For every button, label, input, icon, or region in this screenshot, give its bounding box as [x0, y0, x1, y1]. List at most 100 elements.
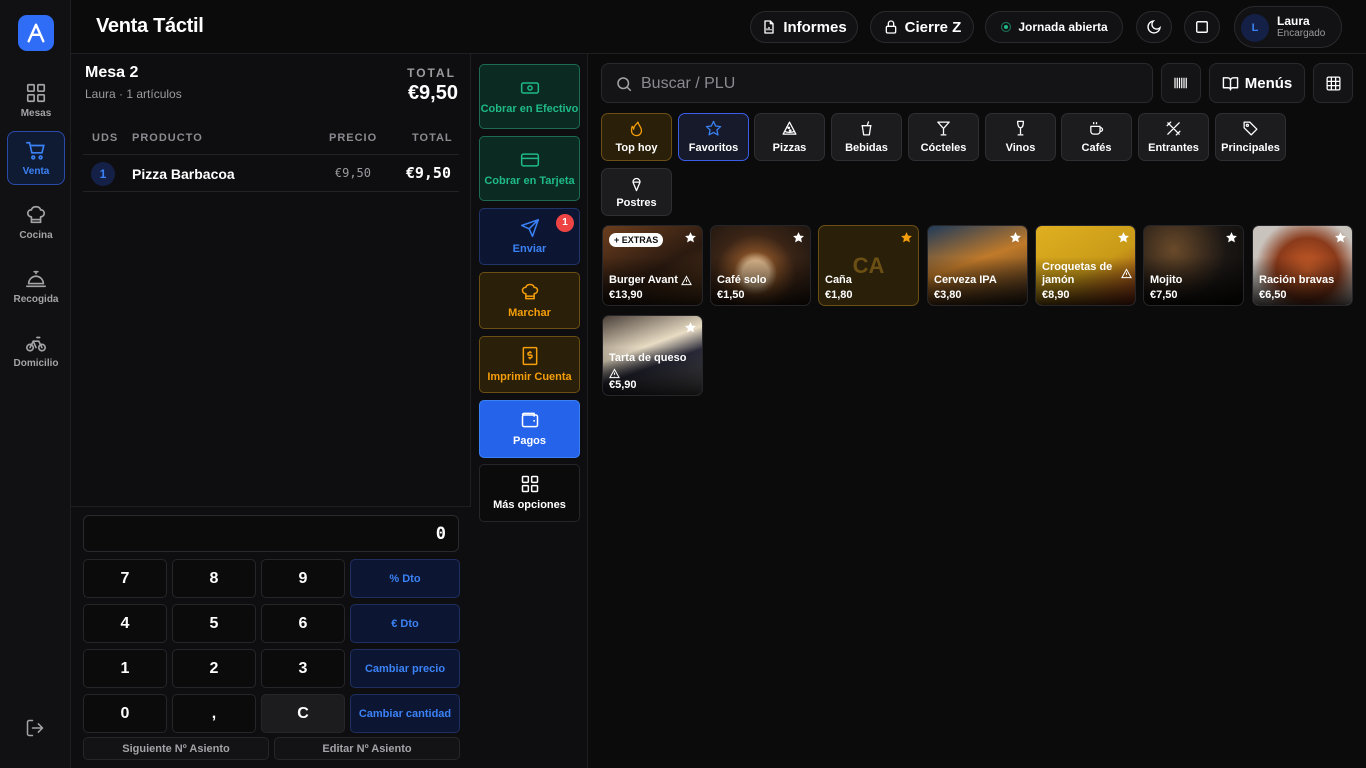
star-icon[interactable] [1225, 231, 1238, 244]
discount-euro-button[interactable]: € Dto [350, 604, 460, 643]
product-card-cafe-solo[interactable]: Café solo €1,50 [710, 225, 811, 306]
product-card-cana[interactable]: CA Caña €1,80 [818, 225, 919, 306]
catalog: Buscar / PLU Menús Top hoy Favoritos Piz… [588, 54, 1366, 768]
pay-cash-label: Cobrar en Efectivo [480, 102, 579, 115]
category-principales[interactable]: Principales [1215, 113, 1286, 161]
category-label: Cócteles [920, 142, 967, 154]
category-entrantes[interactable]: Entrantes [1138, 113, 1209, 161]
table-row[interactable]: 1 Pizza Barbacoa €9,50 €9,50 [83, 154, 459, 192]
category-label: Pizzas [772, 142, 807, 154]
extras-tag: + EXTRAS [609, 233, 664, 247]
key-8[interactable]: 8 [172, 559, 256, 598]
product-card-cerveza-ipa[interactable]: Cerveza IPA €3,80 [927, 225, 1028, 306]
theme-toggle-button[interactable] [1136, 11, 1172, 43]
print-bill-button[interactable]: Imprimir Cuenta [479, 336, 580, 393]
product-name: Cerveza IPA [934, 273, 997, 286]
key-comma[interactable]: , [172, 694, 256, 733]
category-label: Principales [1221, 142, 1280, 154]
discount-percent-button[interactable]: % Dto [350, 559, 460, 598]
fullscreen-button[interactable] [1184, 11, 1220, 43]
change-price-button[interactable]: Cambiar precio [350, 649, 460, 688]
sidebar-item-venta[interactable]: Venta [7, 131, 65, 185]
key-1[interactable]: 1 [83, 649, 167, 688]
star-icon[interactable] [1117, 231, 1130, 244]
payments-label: Pagos [512, 435, 546, 448]
barcode-button[interactable] [1161, 63, 1201, 103]
print-bill-label: Imprimir Cuenta [487, 370, 572, 383]
product-card-tarta-queso[interactable]: Tarta de queso €5,90 [602, 315, 703, 396]
product-card-mojito[interactable]: Mojito €7,50 [1143, 225, 1244, 306]
chef-hat-icon [25, 204, 47, 226]
book-icon [1222, 75, 1239, 92]
layout-grid-button[interactable] [1313, 63, 1353, 103]
payments-button[interactable]: Pagos [479, 400, 580, 458]
category-label: Vinos [1005, 142, 1036, 154]
category-bebidas[interactable]: Bebidas [831, 113, 902, 161]
next-seat-button[interactable]: Siguiente Nº Asiento [83, 737, 269, 760]
star-icon[interactable] [1334, 231, 1347, 244]
category-label: Favoritos [688, 142, 739, 154]
bike-icon [25, 332, 47, 354]
sidebar-item-label: Recogida [13, 293, 59, 305]
menus-button[interactable]: Menús [1209, 63, 1305, 103]
category-cocteles[interactable]: Cócteles [908, 113, 979, 161]
more-options-button[interactable]: Más opciones [479, 464, 580, 522]
user-role: Encargado [1277, 28, 1326, 39]
item-total: €9,50 [405, 164, 451, 182]
bell-icon [25, 268, 47, 290]
pay-cash-button[interactable]: Cobrar en Efectivo [479, 64, 580, 129]
sidebar-item-mesas[interactable]: Mesas [7, 73, 65, 127]
star-icon[interactable] [684, 231, 697, 244]
category-favoritos[interactable]: Favoritos [678, 113, 749, 161]
category-pizzas[interactable]: Pizzas [754, 113, 825, 161]
star-icon[interactable] [1009, 231, 1022, 244]
key-3[interactable]: 3 [261, 649, 345, 688]
key-6[interactable]: 6 [261, 604, 345, 643]
sidebar-item-recogida[interactable]: Recogida [7, 259, 65, 313]
key-9[interactable]: 9 [261, 559, 345, 598]
col-producto: PRODUCTO [132, 132, 203, 144]
key-4[interactable]: 4 [83, 604, 167, 643]
product-price: €3,80 [934, 289, 962, 301]
key-5[interactable]: 5 [172, 604, 256, 643]
pay-card-button[interactable]: Cobrar en Tarjeta [479, 136, 580, 201]
key-clear[interactable]: C [261, 694, 345, 733]
march-button[interactable]: Marchar [479, 272, 580, 329]
informes-button[interactable]: Informes [750, 11, 858, 43]
app-logo[interactable] [18, 15, 54, 51]
category-label: Bebidas [845, 142, 888, 154]
star-icon[interactable] [684, 321, 697, 334]
search-input[interactable]: Buscar / PLU [601, 63, 1153, 103]
martini-icon [935, 120, 952, 137]
category-cafes[interactable]: Cafés [1061, 113, 1132, 161]
user-menu[interactable]: L Laura Encargado [1234, 6, 1342, 48]
search-placeholder: Buscar / PLU [641, 75, 736, 92]
category-vinos[interactable]: Vinos [985, 113, 1056, 161]
product-card-croquetas[interactable]: Croquetas de jamón €8,90 [1035, 225, 1136, 306]
category-postres[interactable]: Postres [601, 168, 672, 216]
keypad-display: 0 [83, 515, 459, 552]
key-2[interactable]: 2 [172, 649, 256, 688]
chef-hat-icon [520, 282, 540, 302]
product-card-racion-bravas[interactable]: Ración bravas €6,50 [1252, 225, 1353, 306]
sidebar-item-domicilio[interactable]: Domicilio [7, 323, 65, 377]
star-filled-icon[interactable] [900, 231, 913, 244]
key-0[interactable]: 0 [83, 694, 167, 733]
cierre-z-button[interactable]: Cierre Z [870, 11, 974, 43]
sidebar-item-cocina[interactable]: Cocina [7, 195, 65, 249]
item-qty: 1 [91, 162, 115, 186]
send-count-badge: 1 [556, 214, 574, 232]
change-quantity-button[interactable]: Cambiar cantidad [350, 694, 460, 733]
march-label: Marchar [508, 306, 551, 319]
product-name: Café solo [717, 273, 767, 286]
send-button[interactable]: Enviar 1 [479, 208, 580, 265]
menus-label: Menús [1244, 74, 1293, 92]
category-top-hoy[interactable]: Top hoy [601, 113, 672, 161]
key-7[interactable]: 7 [83, 559, 167, 598]
logout-button[interactable] [25, 718, 45, 738]
edit-seat-button[interactable]: Editar Nº Asiento [274, 737, 460, 760]
sidebar: Mesas Venta Cocina Recogida Domicilio [0, 0, 71, 768]
jornada-status[interactable]: Jornada abierta [985, 11, 1123, 43]
product-card-burger-avant[interactable]: + EXTRAS Burger Avant €13,90 [602, 225, 703, 306]
star-icon[interactable] [792, 231, 805, 244]
